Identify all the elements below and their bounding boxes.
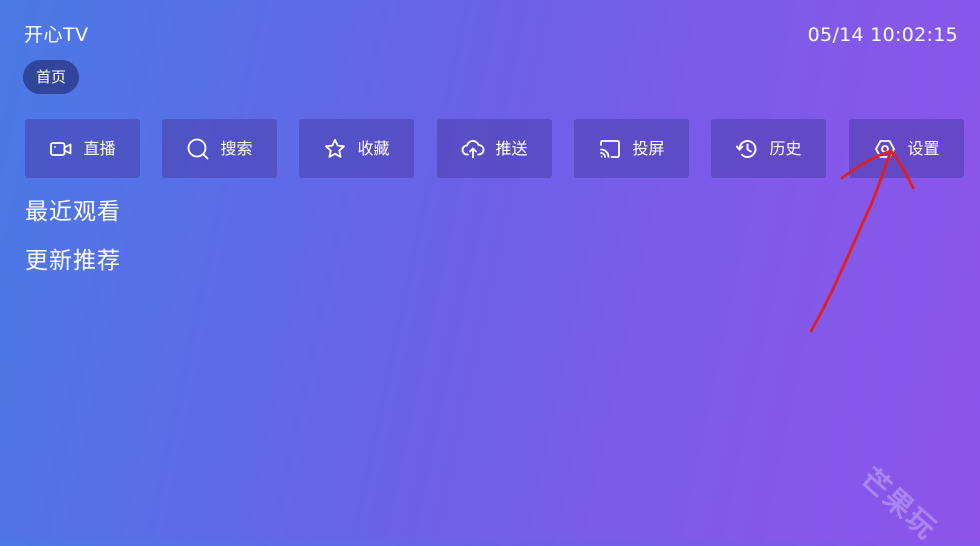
history-button[interactable]: 历史 <box>711 119 826 178</box>
tv-home-screen: { "header": { "app_title": "开心TV", "cloc… <box>0 0 980 546</box>
updates-recommend-heading: 更新推荐 <box>25 248 121 274</box>
live-camera-icon <box>49 137 73 161</box>
push-label: 推送 <box>495 138 528 158</box>
menu-row: 直播 搜索 收藏 推送 投屏 历史 设置 <box>25 119 965 178</box>
live-label: 直播 <box>83 138 116 158</box>
history-label: 历史 <box>769 138 802 158</box>
cloud-upload-icon <box>461 137 485 161</box>
settings-icon <box>873 137 897 161</box>
search-button[interactable]: 搜索 <box>162 119 277 178</box>
favorites-label: 收藏 <box>357 138 390 158</box>
settings-button[interactable]: 设置 <box>849 119 964 178</box>
cast-icon <box>598 137 622 161</box>
tab-home[interactable]: 首页 <box>23 60 80 94</box>
app-title: 开心TV <box>24 24 89 46</box>
cast-label: 投屏 <box>632 138 665 158</box>
cast-button[interactable]: 投屏 <box>574 119 689 178</box>
live-button[interactable]: 直播 <box>25 119 140 178</box>
settings-label: 设置 <box>907 138 940 158</box>
clock: 05/14 10:02:15 <box>807 24 958 46</box>
recent-watch-heading: 最近观看 <box>25 199 121 225</box>
favorites-button[interactable]: 收藏 <box>299 119 414 178</box>
red-arrow-annotation <box>809 149 915 333</box>
watermark: 芒果玩 <box>854 461 944 546</box>
star-icon <box>323 137 347 161</box>
search-icon <box>186 137 210 161</box>
history-icon <box>735 137 759 161</box>
push-button[interactable]: 推送 <box>437 119 552 178</box>
search-label: 搜索 <box>220 138 253 158</box>
